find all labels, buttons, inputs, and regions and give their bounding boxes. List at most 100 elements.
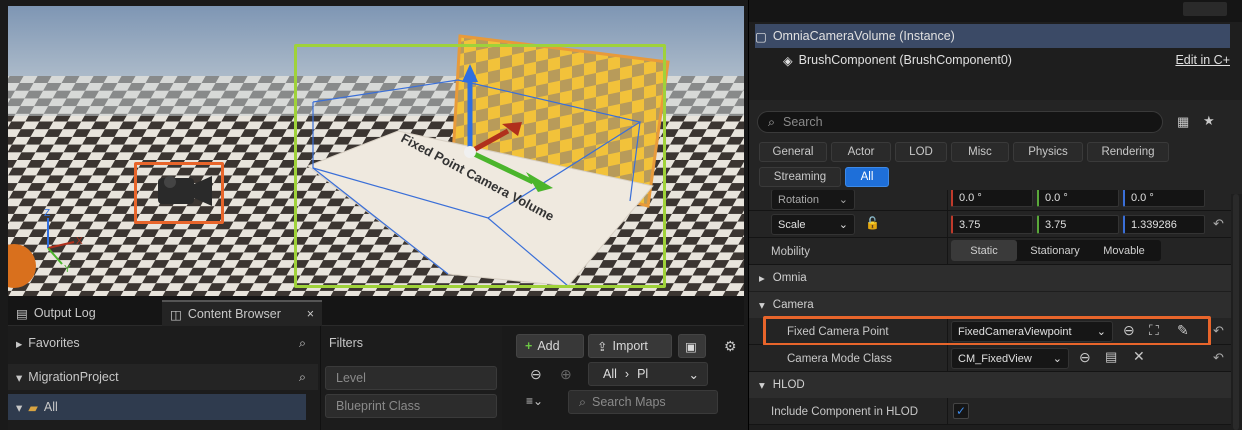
forward-arrow-icon[interactable]: ⊕ <box>560 366 572 383</box>
component-row[interactable]: ◈ BrushComponent (BrushComponent0) Edit … <box>755 48 1230 72</box>
camera-mode-class-value: CM_FixedView <box>958 352 1032 365</box>
include-hlod-row: Include Component in HLOD ✓ <box>749 398 1231 425</box>
favorites-label: Favorites <box>28 336 80 350</box>
axis-y-label: Y <box>64 264 71 275</box>
section-camera-label: Camera <box>772 299 814 311</box>
tab-output-log[interactable]: ▤ Output Log <box>8 300 104 326</box>
import-button[interactable]: ⇪ Import <box>588 334 672 358</box>
category-all[interactable]: All <box>845 167 889 187</box>
tab-label: Output Log <box>33 306 96 320</box>
import-label: Import <box>612 339 648 353</box>
section-hlod-label: HLOD <box>772 379 805 391</box>
level-viewport[interactable]: Fixed Point Camera Volume Z X Y <box>8 6 744 296</box>
chevron-down-icon: ⌄ <box>838 194 848 206</box>
caret-down-icon: ▾ <box>16 370 23 385</box>
mobility-movable[interactable]: Movable <box>1093 240 1155 261</box>
project-row[interactable]: ▾ MigrationProject ⌕ <box>8 364 318 390</box>
filter-icon[interactable]: ≡⌄ <box>526 394 543 408</box>
star-icon[interactable]: ★ <box>1203 113 1215 129</box>
chevron-down-icon: ⌄ <box>1052 353 1062 365</box>
column-divider <box>947 238 948 264</box>
add-button[interactable]: + Add <box>516 334 584 358</box>
mobility-static[interactable]: Static <box>951 240 1017 261</box>
save-all-button[interactable]: ▣ <box>678 334 706 358</box>
scale-x[interactable]: 3.75 <box>951 215 1033 234</box>
mobility-stationary[interactable]: Stationary <box>1019 240 1091 261</box>
section-omnia[interactable]: ▸ Omnia <box>749 265 1231 291</box>
search-icon[interactable]: ⌕ <box>299 336 306 351</box>
caret-down-icon: ▾ <box>16 400 23 415</box>
rotation-y[interactable]: 0.0 ° <box>1037 190 1119 207</box>
instance-title: OmniaCameraVolume (Instance) <box>772 29 955 43</box>
details-scrollbar[interactable] <box>1233 194 1239 430</box>
details-header <box>749 0 1242 22</box>
property-list: Rotation ⌄ 0.0 ° 0.0 ° 0.0 ° Scale ⌄ 🔓 3… <box>749 190 1231 430</box>
include-hlod-label: Include Component in HLOD <box>771 405 919 418</box>
rotation-z[interactable]: 0.0 ° <box>1123 190 1205 207</box>
rotation-dropdown[interactable]: Rotation ⌄ <box>771 190 855 210</box>
section-camera[interactable]: ▾ Camera <box>749 292 1231 318</box>
details-panel: ▢ OmniaCameraVolume (Instance) ◈ BrushCo… <box>748 0 1242 430</box>
scale-dropdown[interactable]: Scale ⌄ <box>771 214 855 235</box>
search-maps-input[interactable]: ⌕ Search Maps <box>568 390 718 414</box>
caret-right-icon: ▸ <box>759 273 765 285</box>
scale-row: Scale ⌄ 🔓 3.75 3.75 1.339286 ↶ <box>749 211 1231 238</box>
folder-all[interactable]: ▾ ▰ All <box>8 394 306 420</box>
back-arrow-icon[interactable]: ⊖ <box>530 366 542 383</box>
add-label: Add <box>537 339 560 353</box>
search-icon[interactable]: ⌕ <box>299 370 306 385</box>
column-divider <box>947 345 948 371</box>
reset-arrow-icon[interactable]: ↶ <box>1213 323 1224 339</box>
settings-gear-icon[interactable]: ⚙ <box>724 338 737 355</box>
import-icon: ⇪ <box>597 339 608 354</box>
column-divider <box>947 398 948 424</box>
include-hlod-checkbox[interactable]: ✓ <box>953 403 969 419</box>
details-search-input[interactable]: ⌕ Search <box>757 111 1163 133</box>
caret-down-icon: ▾ <box>759 380 765 392</box>
browse-asset-icon[interactable]: ▤ <box>1105 349 1117 365</box>
tab-content-browser[interactable]: ◫ Content Browser × <box>162 300 322 326</box>
category-streaming[interactable]: Streaming <box>759 167 841 187</box>
edit-in-cpp-link[interactable]: Edit in C+ <box>1175 53 1230 67</box>
scale-label: Scale <box>778 218 806 231</box>
favorites-row[interactable]: ▸ Favorites ⌕ <box>8 330 318 356</box>
close-icon[interactable]: × <box>307 307 314 321</box>
instance-row[interactable]: ▢ OmniaCameraVolume (Instance) <box>755 24 1230 48</box>
path-root: All <box>603 367 617 381</box>
category-general[interactable]: General <box>759 142 827 162</box>
rotation-x[interactable]: 0.0 ° <box>951 190 1033 207</box>
scale-y[interactable]: 3.75 <box>1037 215 1119 234</box>
use-selected-icon[interactable]: ⊖ <box>1079 349 1091 366</box>
category-lod[interactable]: LOD <box>895 142 947 162</box>
clear-icon[interactable]: ✕ <box>1133 348 1145 365</box>
camera-mode-class-row: Camera Mode Class CM_FixedView ⌄ ⊖ ▤ ✕ ↶ <box>749 345 1231 372</box>
filter-blueprint-class[interactable]: Blueprint Class <box>325 394 497 418</box>
window-control[interactable] <box>1183 2 1227 16</box>
axis-x-label: X <box>76 236 83 247</box>
grid-view-icon[interactable]: ▦ <box>1177 114 1189 130</box>
category-physics[interactable]: Physics <box>1013 142 1083 162</box>
reset-arrow-icon[interactable]: ↶ <box>1213 350 1224 366</box>
scale-z[interactable]: 1.339286 <box>1123 215 1205 234</box>
filters-panel: Filters Level Blueprint Class <box>320 326 500 430</box>
category-misc[interactable]: Misc <box>951 142 1009 162</box>
axis-z-label: Z <box>44 208 50 219</box>
cube-icon: ◈ <box>783 53 793 68</box>
search-placeholder: Search <box>783 115 823 129</box>
search-icon: ⌕ <box>768 114 776 129</box>
reset-arrow-icon[interactable]: ↶ <box>1213 216 1224 232</box>
mobility-row: Mobility Static Stationary Movable <box>749 238 1231 265</box>
camera-mode-class-dropdown[interactable]: CM_FixedView ⌄ <box>951 348 1069 369</box>
lock-icon[interactable]: 🔓 <box>865 216 880 230</box>
category-actor[interactable]: Actor <box>831 142 891 162</box>
category-rendering[interactable]: Rendering <box>1087 142 1169 162</box>
plus-icon: + <box>525 339 533 353</box>
output-log-icon: ▤ <box>16 306 28 321</box>
path-breadcrumb[interactable]: All › Pl ⌄ <box>588 362 708 386</box>
filter-level[interactable]: Level <box>325 366 497 390</box>
filters-title: Filters <box>329 336 364 350</box>
section-hlod[interactable]: ▾ HLOD <box>749 372 1231 398</box>
chevron-right-icon: › <box>624 367 630 381</box>
tab-bar: ▤ Output Log ◫ Content Browser × <box>8 296 744 326</box>
content-browser-icon: ◫ <box>170 307 182 322</box>
